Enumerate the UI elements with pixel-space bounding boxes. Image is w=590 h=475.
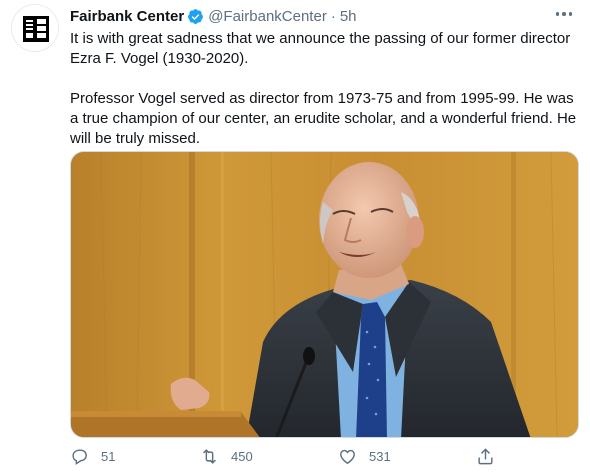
- reply-button[interactable]: 51: [70, 447, 115, 466]
- reply-count: 51: [101, 449, 116, 464]
- display-name[interactable]: Fairbank Center: [70, 8, 184, 25]
- tweet-photo[interactable]: [70, 151, 579, 438]
- tweet-text: It is with great sadness that we announc…: [70, 29, 580, 149]
- tweet-timestamp[interactable]: 5h: [340, 8, 357, 25]
- separator-dot: ·: [330, 7, 336, 25]
- share-button[interactable]: [476, 447, 495, 466]
- fairbank-logo: [23, 16, 49, 42]
- tweet-actions: 51 450 531: [70, 447, 580, 471]
- retweet-icon: [203, 449, 216, 464]
- share-icon: [478, 448, 493, 465]
- reply-icon: [72, 449, 87, 465]
- heart-icon: [340, 449, 355, 465]
- tweet-paragraph-1: It is with great sadness that we announc…: [70, 30, 571, 67]
- retweet-count: 450: [231, 449, 253, 464]
- tweet[interactable]: Fairbank Center @FairbankCenter · 5h It …: [0, 0, 590, 475]
- photo-of-speaker: [71, 152, 578, 437]
- like-button[interactable]: 531: [338, 447, 391, 466]
- avatar[interactable]: [11, 4, 59, 52]
- like-count: 531: [369, 449, 391, 464]
- more-icon[interactable]: [555, 12, 572, 16]
- tweet-header: Fairbank Center @FairbankCenter · 5h: [70, 6, 580, 26]
- author-handle[interactable]: @FairbankCenter: [208, 8, 327, 25]
- retweet-button[interactable]: 450: [200, 447, 253, 466]
- verified-badge-icon: [188, 8, 204, 24]
- tweet-paragraph-2: Professor Vogel served as director from …: [70, 90, 577, 147]
